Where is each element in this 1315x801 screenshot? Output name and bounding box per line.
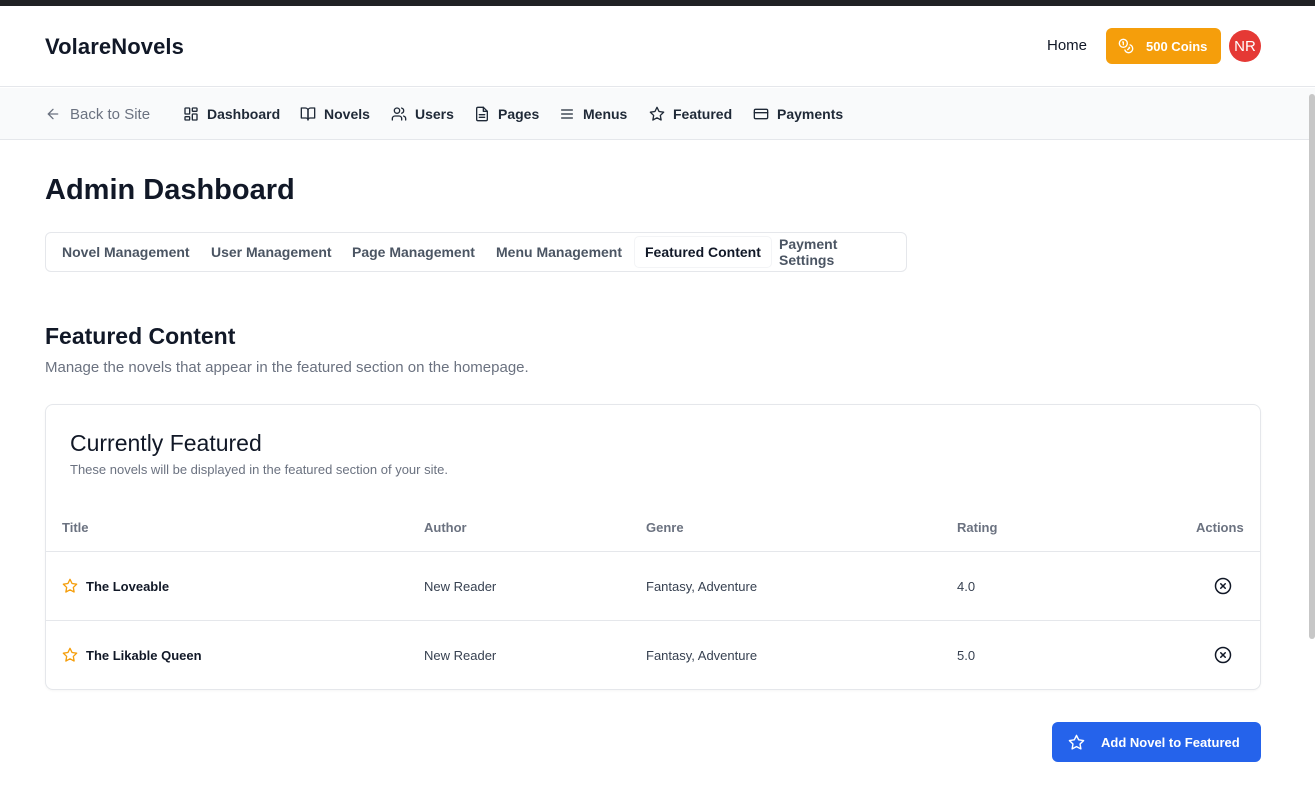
back-to-site-link[interactable]: Back to Site xyxy=(45,88,150,140)
nav-label: Novels xyxy=(324,106,370,122)
brand-logo[interactable]: VolareNovels xyxy=(45,34,184,60)
x-circle-icon[interactable] xyxy=(1214,646,1232,664)
back-to-site-label: Back to Site xyxy=(70,105,151,123)
layout-grid-icon xyxy=(184,107,198,121)
featured-card: Currently Featured These novels will be … xyxy=(45,404,1261,690)
tab-payment-settings[interactable]: Payment Settings xyxy=(769,236,906,268)
nav-label: Dashboard xyxy=(207,106,281,122)
column-header-title: Title xyxy=(62,520,89,535)
section-description: Manage the novels that appear in the fea… xyxy=(45,359,529,376)
scrollbar[interactable] xyxy=(1309,94,1315,639)
admin-tabs: Novel Management User Management Page Ma… xyxy=(45,232,907,272)
avatar[interactable]: NR xyxy=(1229,30,1261,62)
page-title: Admin Dashboard xyxy=(45,174,295,206)
credit-card-icon xyxy=(753,108,769,120)
nav-label: Featured xyxy=(673,106,733,122)
add-novel-to-featured-button[interactable]: Add Novel to Featured xyxy=(1052,722,1261,762)
nav-label: Pages xyxy=(498,106,540,122)
coins-icon xyxy=(1118,38,1134,54)
site-header: VolareNovels Home 500 Coins NR xyxy=(0,6,1315,87)
users-icon xyxy=(391,107,407,121)
add-button-label: Add Novel to Featured xyxy=(1101,734,1240,750)
nav-item-pages[interactable]: Pages xyxy=(474,88,539,140)
novel-genre: Fantasy, Adventure xyxy=(646,579,758,594)
card-description: These novels will be displayed in the fe… xyxy=(70,462,448,477)
nav-label: Menus xyxy=(583,106,628,122)
coins-label: 500 Coins xyxy=(1146,38,1208,54)
tab-featured-content[interactable]: Featured Content xyxy=(635,237,771,267)
novel-author: New Reader xyxy=(424,579,497,594)
column-header-author: Author xyxy=(424,520,467,535)
nav-item-dashboard[interactable]: Dashboard xyxy=(183,88,280,140)
nav-label: Payments xyxy=(777,106,844,122)
tab-user-management[interactable]: User Management xyxy=(201,237,342,267)
nav-item-payments[interactable]: Payments xyxy=(753,88,843,140)
column-header-genre: Genre xyxy=(646,520,684,535)
star-icon xyxy=(649,106,665,121)
novel-rating: 4.0 xyxy=(957,579,976,594)
column-header-rating: Rating xyxy=(957,520,998,535)
novel-title: The Loveable xyxy=(86,578,170,594)
header-divider xyxy=(46,551,1260,552)
nav-item-novels[interactable]: Novels xyxy=(300,88,370,140)
novel-title: The Likable Queen xyxy=(86,647,202,663)
tab-page-management[interactable]: Page Management xyxy=(342,237,485,267)
row-divider xyxy=(46,620,1260,621)
row-title-cell: The Likable Queen xyxy=(62,647,202,663)
star-icon xyxy=(1068,734,1085,750)
menu-icon xyxy=(561,109,573,119)
star-icon xyxy=(62,578,78,593)
book-open-icon xyxy=(300,107,316,121)
nav-label: Users xyxy=(415,106,454,122)
nav-item-featured[interactable]: Featured xyxy=(649,88,732,140)
file-text-icon xyxy=(476,106,488,122)
tab-menu-management[interactable]: Menu Management xyxy=(486,237,632,267)
card-title: Currently Featured xyxy=(70,430,262,456)
row-title-cell: The Loveable xyxy=(62,578,169,594)
arrow-left-icon xyxy=(47,108,59,120)
nav-item-users[interactable]: Users xyxy=(391,88,454,140)
home-link[interactable]: Home xyxy=(1047,37,1087,54)
novel-rating: 5.0 xyxy=(957,648,976,663)
admin-nav: Back to Site Dashboard Novels Users Page… xyxy=(0,88,1315,140)
novel-author: New Reader xyxy=(424,648,497,663)
column-header-actions: Actions xyxy=(1196,520,1244,535)
coins-button[interactable]: 500 Coins xyxy=(1106,28,1221,64)
star-icon xyxy=(62,647,78,662)
section-title: Featured Content xyxy=(45,323,236,349)
novel-genre: Fantasy, Adventure xyxy=(646,648,758,663)
tab-novel-management[interactable]: Novel Management xyxy=(52,237,200,267)
x-circle-icon[interactable] xyxy=(1214,577,1232,595)
nav-item-menus[interactable]: Menus xyxy=(559,88,627,140)
